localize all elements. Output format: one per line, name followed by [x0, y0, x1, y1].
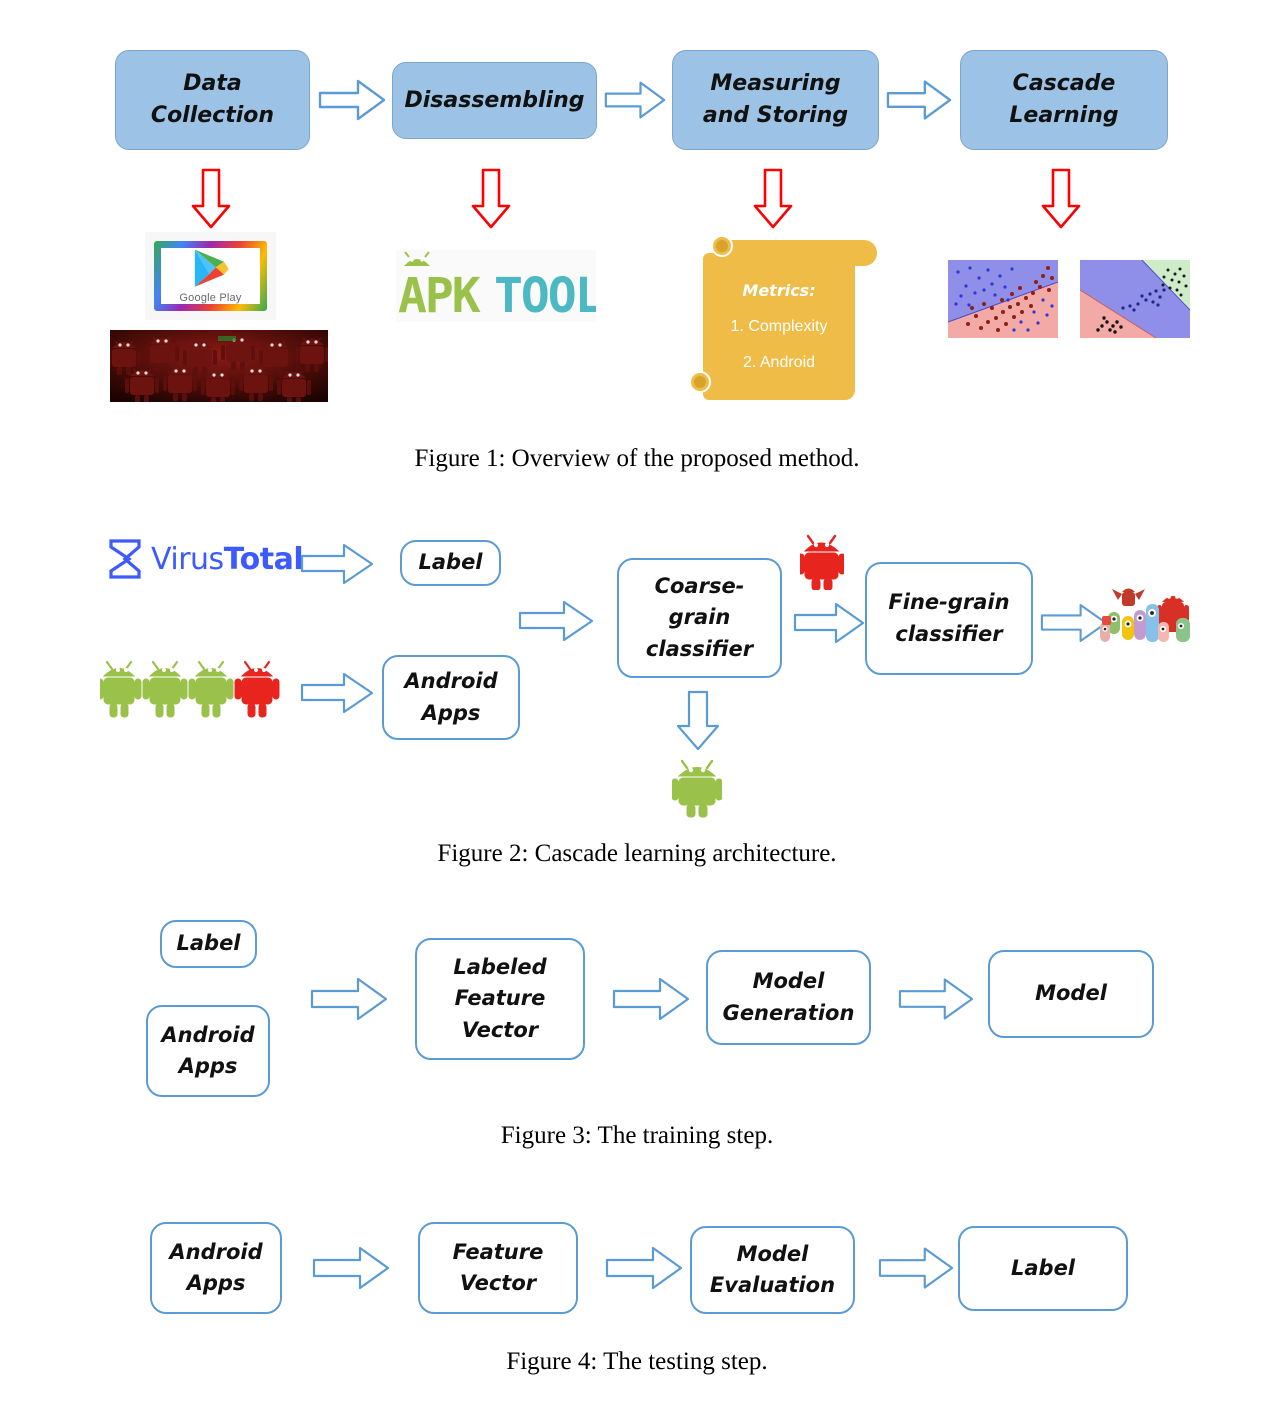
figure1-arrow-down-red-4 [1040, 168, 1082, 230]
figure3-arrow-inputs-to-feature-vector [310, 977, 388, 1021]
android-robots-row-image [100, 660, 290, 722]
figure2-box-android-apps: Android Apps [382, 655, 520, 740]
figure4-box-feature-vector: Feature Vector [418, 1222, 578, 1314]
figure3-arrow-feature-vector-to-model-generation [612, 977, 690, 1021]
red-android-wall-image [110, 330, 328, 402]
figure1-stage-box-data-collection: Data Collection [115, 50, 310, 150]
figure2-arrow-down-to-benign [675, 690, 721, 752]
figure3-box-model-generation: Model Generation [706, 950, 871, 1045]
figure2-arrow-fine-to-families [1040, 602, 1108, 644]
figure3-box-label: Label [160, 920, 257, 968]
figure1-stage-box-measuring-and-storing: Measuring and Storing [672, 50, 879, 150]
apktool-logo-image: APK TOOL [396, 250, 596, 322]
google-play-triangle-icon [194, 249, 229, 287]
malware-family-collage-image [1100, 586, 1192, 646]
figure3-box-labeled-feature-vector: Labeled Feature Vector [415, 938, 585, 1060]
note-knob-bottom [689, 371, 711, 393]
google-play-label: Google Play [179, 291, 242, 304]
figure2-arrow-coarse-to-fine [793, 602, 865, 644]
figure2-arrow-apps-to-box [300, 672, 374, 714]
figure4-arrow-feature-vector-to-model-evaluation [605, 1246, 683, 1290]
figure2-box-label: Label [400, 540, 501, 586]
figure1-stage-box-cascade-learning: Cascade Learning [960, 50, 1168, 150]
figure2-caption: Figure 2: Cascade learning architecture. [437, 840, 837, 867]
figure1-arrow-right-3 [886, 78, 952, 122]
virustotal-sigma-icon [109, 539, 141, 579]
figure3-box-android-apps: Android Apps [146, 1005, 270, 1097]
figure3-arrow-model-generation-to-model [898, 977, 974, 1021]
figure1-arrow-right-1 [318, 78, 386, 122]
virustotal-logo: Virus Total [108, 538, 304, 580]
figure4-box-android-apps: Android Apps [150, 1222, 282, 1314]
figure1-caption: Figure 1: Overview of the proposed metho… [414, 445, 860, 472]
figure4-arrow-model-evaluation-to-label [878, 1246, 954, 1290]
metrics-note-item-2: 2. Android [742, 354, 816, 371]
figure4-arrow-apps-to-feature-vector [312, 1246, 390, 1290]
figure2-box-fine-grain-classifier: Fine-grain classifier [865, 562, 1033, 675]
figure1-arrow-down-red-1 [190, 168, 232, 230]
figure4-box-model-evaluation: Model Evaluation [690, 1226, 855, 1314]
figure4-box-label: Label [958, 1226, 1128, 1311]
note-knob-top [711, 235, 733, 257]
svg-text:APK: APK [398, 268, 481, 322]
google-play-card: Google Play [154, 241, 267, 311]
google-play-logo-image: Google Play [145, 232, 276, 320]
figure2-arrow-virustotal-to-label [300, 543, 374, 585]
svg-text:TOOL: TOOL [494, 268, 596, 322]
figure2-red-android-robot [797, 534, 846, 591]
figure2-arrow-to-coarse-classifier [518, 600, 594, 642]
figure2-green-android-robot [671, 758, 723, 818]
virustotal-word-virus: Virus [151, 541, 224, 577]
figure1-arrow-down-red-3 [752, 168, 794, 230]
figure3-box-model: Model [988, 950, 1154, 1038]
decision-plot-binary [948, 260, 1058, 338]
metrics-note: Metrics: 1. Complexity 2. Android [689, 235, 877, 400]
figure4-caption: Figure 4: The testing step. [506, 1348, 768, 1375]
metrics-note-item-1: 1. Complexity [730, 318, 828, 335]
figure1-stage-box-disassembling: Disassembling [392, 62, 597, 139]
figure1-arrow-down-red-2 [470, 168, 512, 230]
metrics-note-title: Metrics: [742, 281, 816, 300]
note-scroll-top [717, 240, 877, 266]
figure3-caption: Figure 3: The training step. [500, 1122, 774, 1149]
virustotal-word-total: Total [223, 541, 304, 577]
figure1-arrow-right-2 [604, 78, 666, 122]
figure-page: Data Collection Disassembling Measuring … [0, 0, 1274, 1424]
decision-plot-multiclass [1080, 260, 1190, 338]
figure2-box-coarse-grain-classifier: Coarse- grain classifier [617, 558, 782, 678]
